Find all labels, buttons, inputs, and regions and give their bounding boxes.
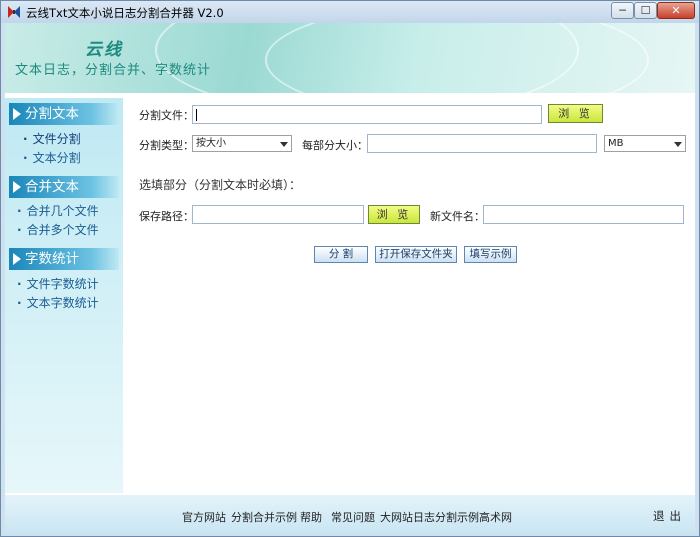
sidebar-section-title: 分割文本 <box>25 106 79 122</box>
client-area: 云线 文本日志，分割合并、字数统计 分割文本 · 文件分割 · 文本分割 合并文本 … <box>5 23 695 533</box>
window-title: 云线Txt文本小说日志分割合并器 V2.0 <box>26 6 224 20</box>
save-path-label: 保存路径： <box>139 210 194 223</box>
footer: 官方网站 分割合并示例 帮助 常见问题 大网站日志分割示例 高术网 退出 <box>5 495 695 533</box>
part-size-label: 每部分大小： <box>302 139 368 152</box>
exit-button[interactable]: 退出 <box>653 508 686 524</box>
browse-file-button[interactable]: 浏 览 <box>548 104 603 123</box>
split-file-label: 分割文件： <box>139 109 194 122</box>
browse-folder-button[interactable]: 浏 览 <box>368 205 420 224</box>
sidebar-item-merge-few[interactable]: · 合并几个文件 <box>17 202 99 219</box>
sidebar-item-file-split[interactable]: · 文件分割 <box>23 130 81 147</box>
sidebar-item-text-count[interactable]: · 文本字数统计 <box>17 294 99 311</box>
footer-link-help[interactable]: 帮助 <box>300 509 322 525</box>
footer-link-official-site[interactable]: 官方网站 <box>182 509 226 525</box>
close-button[interactable]: ✕ <box>657 2 695 19</box>
banner: 云线 文本日志，分割合并、字数统计 <box>5 23 695 93</box>
sidebar-section-title: 合并文本 <box>25 179 79 195</box>
minimize-button[interactable]: ─ <box>611 2 634 19</box>
arrow-right-icon <box>13 108 21 120</box>
split-file-input[interactable] <box>192 105 542 124</box>
unit-select[interactable]: MB <box>604 135 686 152</box>
sidebar-section-split[interactable]: 分割文本 <box>9 103 119 125</box>
footer-link-gaoshu[interactable]: 高术网 <box>479 509 512 525</box>
split-button[interactable]: 分 割 <box>314 246 368 263</box>
new-filename-input[interactable] <box>483 205 684 224</box>
fill-example-button[interactable]: 填写示例 <box>464 246 517 263</box>
banner-logo: 云线 <box>85 40 123 60</box>
sidebar-section-title: 字数统计 <box>25 251 79 267</box>
footer-link-faq[interactable]: 常见问题 <box>331 509 375 525</box>
arrow-right-icon <box>13 181 21 193</box>
sidebar-item-file-count[interactable]: · 文件字数统计 <box>17 275 99 292</box>
footer-link-split-example[interactable]: 分割合并示例 <box>231 509 297 525</box>
sidebar-section-merge[interactable]: 合并文本 <box>9 176 119 198</box>
split-type-label: 分割类型： <box>139 139 194 152</box>
optional-section-title: 选填部分（分割文本时必填）： <box>139 178 302 192</box>
title-bar[interactable]: 云线Txt文本小说日志分割合并器 V2.0 ─ ☐ ✕ <box>1 1 699 23</box>
sidebar: 分割文本 · 文件分割 · 文本分割 合并文本 · 合并几个文件 · 合并多个文件 字数… <box>5 98 123 493</box>
sidebar-item-text-split[interactable]: · 文本分割 <box>23 149 81 166</box>
sidebar-item-merge-many[interactable]: · 合并多个文件 <box>17 221 99 238</box>
save-path-input[interactable] <box>192 205 364 224</box>
chevron-down-icon <box>674 142 682 147</box>
text-caret <box>196 109 197 121</box>
app-icon <box>8 6 20 18</box>
footer-link-site-log-example[interactable]: 大网站日志分割示例 <box>380 509 479 525</box>
banner-subtitle: 文本日志，分割合并、字数统计 <box>15 63 212 78</box>
split-type-select[interactable]: 按大小 <box>192 135 292 152</box>
chevron-down-icon <box>280 142 288 147</box>
arrow-right-icon <box>13 253 21 265</box>
banner-wave-decoration <box>265 23 649 93</box>
open-folder-button[interactable]: 打开保存文件夹 <box>375 246 457 263</box>
maximize-button[interactable]: ☐ <box>634 2 657 19</box>
part-size-input[interactable] <box>367 134 597 153</box>
new-filename-label: 新文件名： <box>430 210 485 223</box>
app-window: 云线Txt文本小说日志分割合并器 V2.0 ─ ☐ ✕ 云线 文本日志，分割合并… <box>0 0 700 537</box>
sidebar-section-count[interactable]: 字数统计 <box>9 248 119 270</box>
